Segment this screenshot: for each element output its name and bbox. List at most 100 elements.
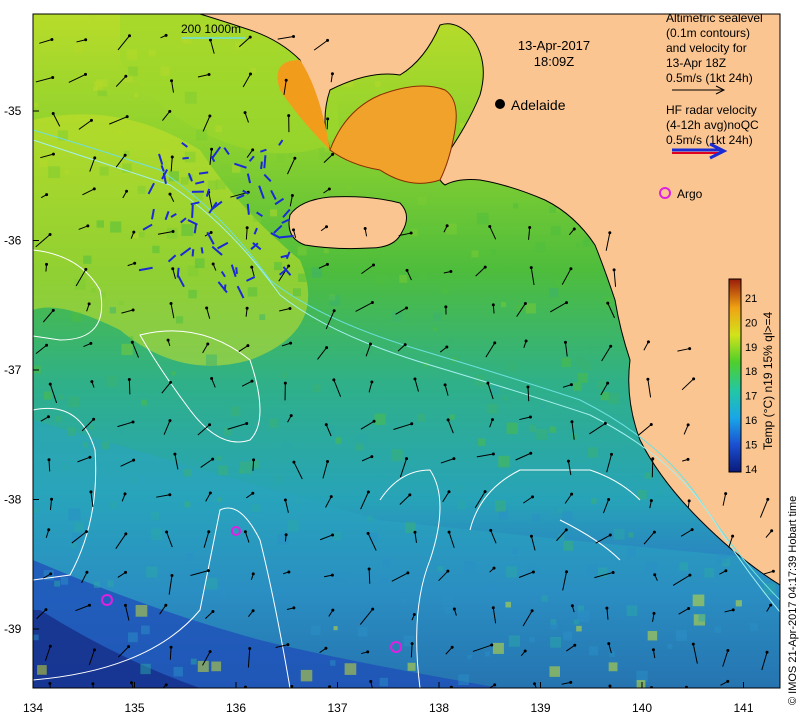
velocity-arrow-origin — [366, 490, 370, 494]
sst-pixel — [613, 528, 625, 540]
sst-pixel — [608, 392, 620, 404]
colorbar-title: Temp (°C) n19 15% ql>=4 — [761, 311, 775, 450]
sst-pixel — [121, 343, 133, 356]
velocity-arrow-origin — [46, 415, 50, 419]
svg-text:(0.1m contours): (0.1m contours) — [666, 26, 750, 40]
velocity-arrow-origin — [289, 341, 293, 345]
velocity-arrow-origin — [130, 340, 134, 344]
velocity-arrow-origin — [530, 609, 534, 613]
velocity-arrow-origin — [726, 679, 730, 683]
x-tick-label: 138 — [429, 701, 449, 715]
velocity-arrow-origin — [87, 603, 91, 607]
velocity-arrow-origin — [45, 193, 49, 197]
velocity-arrow-origin — [168, 419, 172, 423]
sst-pixel — [126, 49, 138, 60]
velocity-arrow — [402, 689, 409, 705]
velocity-arrow-origin — [409, 231, 413, 235]
sst-pixel — [456, 500, 466, 510]
velocity-arrow-origin — [605, 606, 609, 610]
sst-pixel — [310, 625, 321, 636]
sst-pixel — [675, 629, 688, 642]
velocity-arrow-origin — [652, 611, 656, 615]
sst-pixel — [68, 508, 81, 521]
velocity-arrow-origin — [131, 308, 135, 312]
sst-pixel — [333, 626, 338, 631]
velocity-arrow-origin — [51, 111, 55, 115]
velocity-arrow-origin — [251, 609, 255, 613]
svg-text:0.5m/s (1kt 24h): 0.5m/s (1kt 24h) — [666, 133, 753, 147]
radar-arrow — [193, 223, 198, 234]
velocity-arrow-origin — [292, 606, 296, 610]
sst-pixel — [312, 384, 321, 393]
velocity-arrow-origin — [564, 301, 568, 305]
sst-pixel — [184, 501, 191, 508]
sst-pixel — [541, 595, 548, 602]
sst-pixel — [282, 441, 292, 451]
velocity-arrow-origin — [491, 303, 495, 307]
sst-pixel — [287, 153, 293, 158]
sst-pixel — [562, 511, 573, 522]
sst-pixel — [441, 286, 449, 294]
sst-pixel — [407, 662, 416, 671]
velocity-arrow-origin — [50, 38, 54, 42]
velocity-arrow-origin — [570, 492, 574, 496]
velocity-arrow-origin — [168, 493, 172, 497]
sst-pixel — [72, 312, 82, 322]
velocity-arrow-origin — [246, 344, 250, 348]
sst-pixel — [167, 161, 174, 169]
velocity-arrow-origin — [607, 642, 611, 646]
sst-pixel — [205, 577, 218, 590]
sst-pixel — [576, 625, 582, 632]
radar-arrow — [280, 235, 294, 239]
velocity-arrow-origin — [209, 231, 213, 235]
velocity-arrow-origin — [252, 458, 256, 462]
sst-pixel — [188, 289, 197, 299]
velocity-arrow-origin — [731, 534, 735, 538]
velocity-arrow-origin — [124, 74, 128, 78]
velocity-arrow-origin — [766, 497, 770, 501]
velocity-arrow-origin — [123, 153, 127, 157]
velocity-arrow-origin — [49, 572, 53, 576]
velocity-arrow-origin — [366, 650, 370, 654]
velocity-arrow-origin — [47, 528, 51, 532]
sst-pixel — [146, 566, 158, 578]
y-tick-label: -35 — [4, 104, 22, 118]
velocity-arrow-origin — [413, 530, 417, 534]
sst-pixel — [529, 637, 535, 643]
sst-pixel — [184, 91, 197, 104]
velocity-arrow-origin — [649, 499, 653, 503]
velocity-arrow-origin — [171, 229, 175, 233]
sst-pixel — [457, 450, 463, 457]
velocity-arrow-origin — [206, 342, 210, 346]
sst-pixel — [298, 273, 307, 282]
radar-arrow — [176, 267, 180, 278]
sst-pixel — [180, 177, 189, 185]
velocity-arrow-origin — [287, 114, 291, 118]
sst-pixel — [281, 372, 288, 379]
sst-pixel — [355, 433, 368, 446]
sst-pixel — [183, 35, 192, 44]
sst-pixel — [138, 231, 145, 238]
sst-pixel — [196, 129, 208, 141]
velocity-arrow-origin — [529, 266, 533, 270]
velocity-arrow-origin — [405, 306, 409, 310]
sst-pixel — [704, 568, 714, 578]
sst-pixel — [586, 565, 598, 577]
sst-pixel — [150, 528, 163, 541]
sst-pixel — [692, 594, 705, 607]
velocity-arrow-origin — [370, 301, 374, 305]
velocity-arrow-origin — [51, 308, 55, 312]
sst-pixel — [604, 296, 615, 307]
radar-arrow — [191, 204, 194, 218]
sst-pixel — [239, 461, 252, 474]
sst-pixel — [323, 248, 329, 254]
radar-arrow — [200, 247, 204, 254]
velocity-arrow-origin — [332, 378, 336, 382]
sst-pixel — [624, 446, 635, 458]
sst-pixel — [292, 288, 301, 297]
velocity-arrow-origin — [48, 232, 52, 236]
velocity-arrow-origin — [608, 533, 612, 537]
sst-pixel — [550, 225, 561, 236]
velocity-arrow-origin — [50, 497, 54, 501]
sst-pixel — [273, 473, 283, 484]
